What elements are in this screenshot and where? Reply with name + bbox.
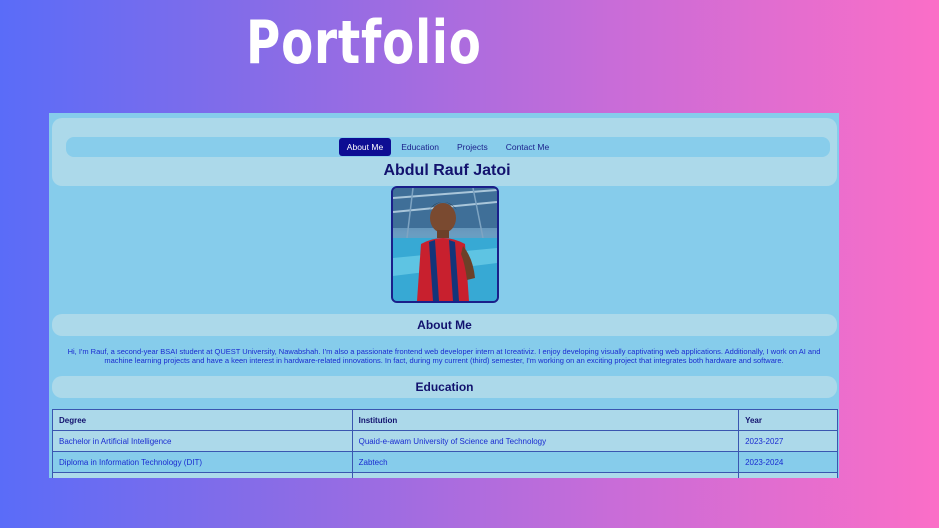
cell-institution: Zabtech	[351, 451, 740, 473]
profile-name: Abdul Rauf Jatoi	[383, 162, 511, 179]
table-header-row: Degree Institution Year	[52, 409, 838, 431]
cell-degree: Diploma in Information Technology (DIT)	[52, 451, 353, 473]
column-header-degree: Degree	[52, 409, 353, 431]
about-text: Hi, I'm Rauf, a second-year BSAI student…	[67, 347, 821, 365]
column-header-institution: Institution	[351, 409, 740, 431]
cell-year	[738, 472, 838, 478]
profile-photo-image	[393, 188, 497, 301]
cell-institution: Quaid-e-awam University of Science and T…	[351, 430, 740, 452]
education-heading: Education	[52, 376, 837, 398]
nav-education[interactable]: Education	[393, 138, 447, 156]
cell-institution	[351, 472, 740, 478]
cell-degree	[52, 472, 353, 478]
header: About Me Education Projects Contact Me A…	[52, 118, 837, 186]
table-row: Diploma in Information Technology (DIT) …	[52, 451, 838, 473]
table-row: Bachelor in Artificial Intelligence Quai…	[52, 430, 838, 452]
portfolio-screenshot: About Me Education Projects Contact Me A…	[49, 113, 839, 478]
profile-photo	[391, 186, 499, 303]
table-row	[52, 472, 838, 478]
banner-title: Portfolio	[246, 8, 482, 78]
cell-degree: Bachelor in Artificial Intelligence	[52, 430, 353, 452]
nav-projects[interactable]: Projects	[449, 138, 496, 156]
nav-about-me[interactable]: About Me	[338, 138, 392, 156]
column-header-year: Year	[738, 409, 838, 431]
education-table: Degree Institution Year Bachelor in Arti…	[52, 409, 838, 478]
cell-year: 2023-2027	[738, 430, 838, 452]
about-heading: About Me	[52, 314, 837, 336]
nav-bar: About Me Education Projects Contact Me	[66, 137, 830, 157]
cell-year: 2023-2024	[738, 451, 838, 473]
nav-contact-me[interactable]: Contact Me	[498, 138, 557, 156]
